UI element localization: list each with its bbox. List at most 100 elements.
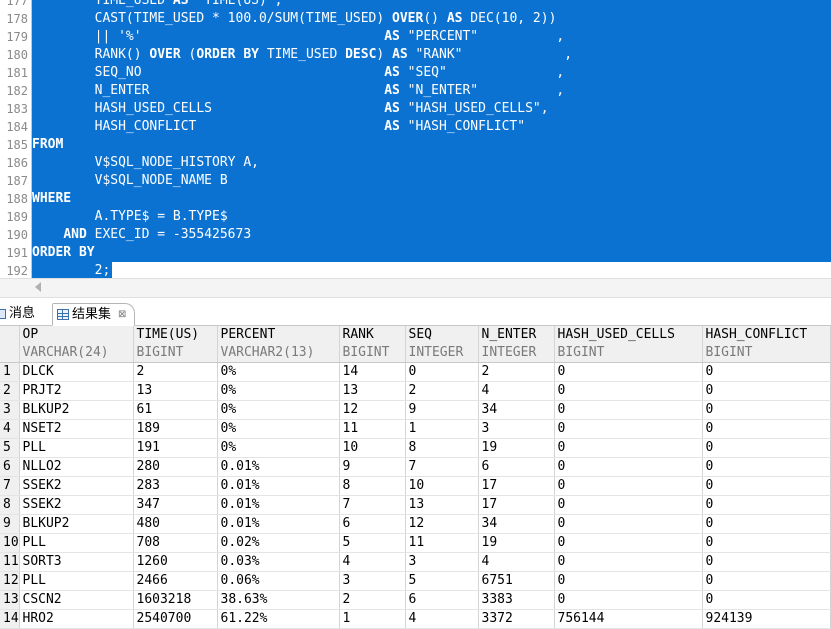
scroll-left-icon[interactable] bbox=[35, 282, 41, 292]
sql-editor[interactable]: 177 TIME_USED AS "TIME(US)", 178 CAST(TIM… bbox=[0, 0, 831, 278]
table-row[interactable]: 2 PRJT2 13 0% 13 2 4 0 0 bbox=[0, 381, 831, 401]
table-cell[interactable]: 0.06% bbox=[217, 571, 340, 591]
code-line[interactable]: 187 V$SQL_NODE_NAME B bbox=[0, 172, 831, 190]
table-cell[interactable]: 10 bbox=[405, 476, 479, 496]
column-header[interactable]: SEQ INTEGER bbox=[405, 326, 479, 363]
table-cell[interactable]: 0% bbox=[217, 419, 340, 439]
table-cell[interactable]: 0 bbox=[702, 590, 831, 610]
table-cell[interactable]: 2 bbox=[339, 590, 406, 610]
code-line[interactable]: 180 RANK() OVER (ORDER BY TIME_USED DESC… bbox=[0, 46, 831, 64]
code-lines[interactable]: 177 TIME_USED AS "TIME(US)", 178 CAST(TIM… bbox=[0, 0, 831, 278]
code-line[interactable]: 178 CAST(TIME_USED * 100.0/SUM(TIME_USED… bbox=[0, 10, 831, 28]
column-header[interactable]: TIME(US) BIGINT bbox=[133, 326, 218, 363]
table-cell[interactable]: 2 bbox=[478, 362, 555, 382]
close-icon[interactable]: ⊠ bbox=[118, 304, 126, 325]
table-cell[interactable]: 19 bbox=[478, 438, 555, 458]
table-cell[interactable]: 61 bbox=[133, 400, 218, 420]
table-cell[interactable]: 3 bbox=[478, 419, 555, 439]
table-cell[interactable]: PLL bbox=[19, 533, 134, 553]
row-number[interactable]: 8 bbox=[0, 495, 20, 515]
table-cell[interactable]: 0 bbox=[554, 495, 703, 515]
table-cell[interactable]: 8 bbox=[339, 476, 406, 496]
table-cell[interactable]: 7 bbox=[339, 495, 406, 515]
table-cell[interactable]: 0.02% bbox=[217, 533, 340, 553]
table-cell[interactable]: 34 bbox=[478, 514, 555, 534]
table-cell[interactable]: 8 bbox=[405, 438, 479, 458]
table-cell[interactable]: 0 bbox=[702, 419, 831, 439]
code-line[interactable]: 184 HASH_CONFLICT AS "HASH_CONFLICT" bbox=[0, 118, 831, 136]
table-cell[interactable]: 480 bbox=[133, 514, 218, 534]
table-cell[interactable]: 3 bbox=[405, 552, 479, 572]
table-cell[interactable]: 0.01% bbox=[217, 476, 340, 496]
row-number[interactable]: 5 bbox=[0, 438, 20, 458]
table-cell[interactable]: 12 bbox=[405, 514, 479, 534]
column-header[interactable]: OP VARCHAR(24) bbox=[19, 326, 134, 363]
tab-results[interactable]: 结果集 ⊠ bbox=[52, 303, 136, 326]
table-cell[interactable]: 3383 bbox=[478, 590, 555, 610]
row-number[interactable]: 4 bbox=[0, 419, 20, 439]
table-cell[interactable]: 708 bbox=[133, 533, 218, 553]
code-line[interactable]: 177 TIME_USED AS "TIME(US)", bbox=[0, 0, 831, 10]
table-cell[interactable]: PRJT2 bbox=[19, 381, 134, 401]
code-line[interactable]: 179 || '%' AS "PERCENT" , bbox=[0, 28, 831, 46]
table-cell[interactable]: 0 bbox=[554, 362, 703, 382]
table-cell[interactable]: 0 bbox=[554, 419, 703, 439]
table-cell[interactable]: 6 bbox=[339, 514, 406, 534]
column-header[interactable]: HASH_CONFLICT BIGINT bbox=[702, 326, 831, 363]
table-cell[interactable]: 0 bbox=[702, 514, 831, 534]
table-row[interactable]: 10 PLL 708 0.02% 5 11 19 0 0 bbox=[0, 533, 831, 553]
table-cell[interactable]: 0.01% bbox=[217, 457, 340, 477]
editor-horizontal-scrollbar[interactable] bbox=[0, 278, 831, 298]
table-cell[interactable]: NSET2 bbox=[19, 419, 134, 439]
column-header[interactable]: N_ENTER INTEGER bbox=[478, 326, 555, 363]
table-cell[interactable]: 6751 bbox=[478, 571, 555, 591]
code-line[interactable]: 189 A.TYPE$ = B.TYPE$ bbox=[0, 208, 831, 226]
row-number[interactable]: 2 bbox=[0, 381, 20, 401]
table-cell[interactable]: 0 bbox=[702, 476, 831, 496]
table-cell[interactable]: CSCN2 bbox=[19, 590, 134, 610]
table-row[interactable]: 6 NLLO2 280 0.01% 9 7 6 0 0 bbox=[0, 457, 831, 477]
table-row[interactable]: 1 DLCK 2 0% 14 0 2 0 0 bbox=[0, 362, 831, 382]
table-cell[interactable]: BLKUP2 bbox=[19, 514, 134, 534]
table-cell[interactable]: 0% bbox=[217, 362, 340, 382]
table-row[interactable]: 11 SORT3 1260 0.03% 4 3 4 0 0 bbox=[0, 552, 831, 572]
table-cell[interactable]: 0 bbox=[702, 533, 831, 553]
table-cell[interactable]: 0 bbox=[554, 476, 703, 496]
tab-messages[interactable]: 消息 bbox=[0, 303, 35, 324]
table-cell[interactable]: 3 bbox=[339, 571, 406, 591]
table-cell[interactable]: 1260 bbox=[133, 552, 218, 572]
table-cell[interactable]: 0 bbox=[554, 438, 703, 458]
table-cell[interactable]: DLCK bbox=[19, 362, 134, 382]
table-row[interactable]: 8 SSEK2 347 0.01% 7 13 17 0 0 bbox=[0, 495, 831, 515]
table-cell[interactable]: 12 bbox=[339, 400, 406, 420]
table-cell[interactable]: 280 bbox=[133, 457, 218, 477]
table-cell[interactable]: 10 bbox=[339, 438, 406, 458]
table-cell[interactable]: 13 bbox=[133, 381, 218, 401]
code-line[interactable]: 188 WHERE bbox=[0, 190, 831, 208]
table-cell[interactable]: 9 bbox=[339, 457, 406, 477]
table-cell[interactable]: 0 bbox=[554, 381, 703, 401]
table-cell[interactable]: 0.01% bbox=[217, 495, 340, 515]
table-cell[interactable]: 7 bbox=[405, 457, 479, 477]
table-cell[interactable]: 0 bbox=[702, 552, 831, 572]
table-cell[interactable]: 0 bbox=[702, 571, 831, 591]
table-cell[interactable]: 11 bbox=[339, 419, 406, 439]
table-cell[interactable]: PLL bbox=[19, 438, 134, 458]
table-cell[interactable]: 1603218 bbox=[133, 590, 218, 610]
table-cell[interactable]: 0 bbox=[405, 362, 479, 382]
table-cell[interactable]: 2 bbox=[405, 381, 479, 401]
table-cell[interactable]: PLL bbox=[19, 571, 134, 591]
table-cell[interactable]: 0.03% bbox=[217, 552, 340, 572]
row-number[interactable]: 6 bbox=[0, 457, 20, 477]
table-cell[interactable]: 17 bbox=[478, 495, 555, 515]
table-cell[interactable]: 191 bbox=[133, 438, 218, 458]
code-line[interactable]: 182 N_ENTER AS "N_ENTER" , bbox=[0, 82, 831, 100]
table-cell[interactable]: 0 bbox=[702, 400, 831, 420]
table-cell[interactable]: 4 bbox=[339, 552, 406, 572]
table-cell[interactable]: 0.01% bbox=[217, 514, 340, 534]
row-number[interactable]: 13 bbox=[0, 590, 20, 610]
table-cell[interactable]: 9 bbox=[405, 400, 479, 420]
table-cell[interactable]: 0% bbox=[217, 438, 340, 458]
table-cell[interactable]: 283 bbox=[133, 476, 218, 496]
table-cell[interactable]: 0 bbox=[702, 362, 831, 382]
